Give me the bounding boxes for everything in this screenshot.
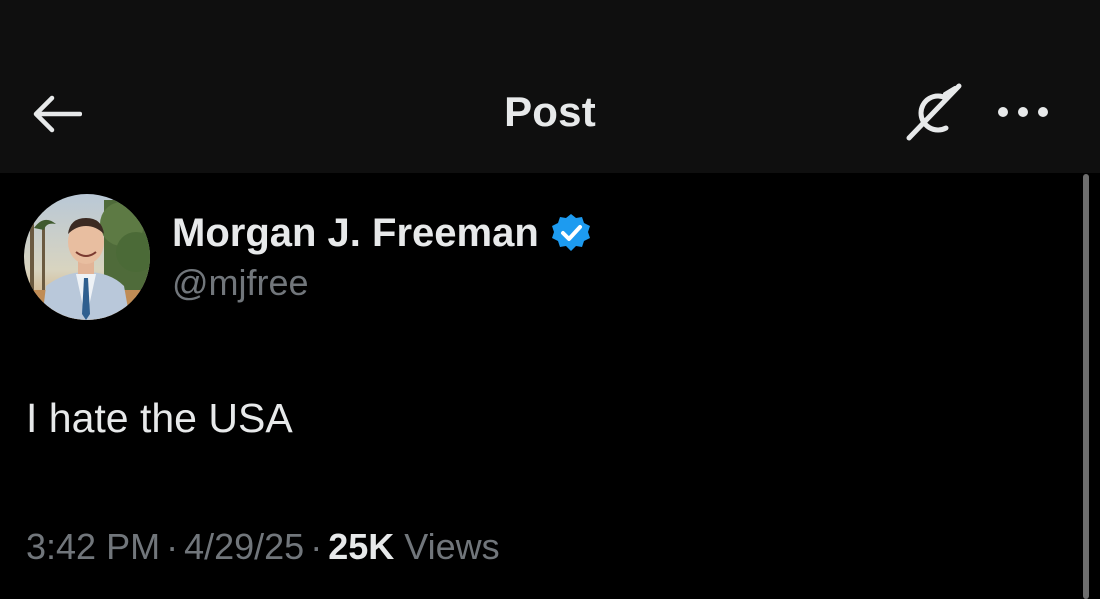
more-button[interactable] bbox=[985, 90, 1061, 134]
avatar-image bbox=[24, 194, 150, 320]
author-name-row: Morgan J. Freeman bbox=[172, 208, 591, 258]
views-label: Views bbox=[404, 526, 500, 567]
post-date[interactable]: 4/29/25 bbox=[184, 526, 304, 567]
grok-button[interactable] bbox=[896, 80, 968, 146]
grok-icon bbox=[906, 83, 962, 141]
scrollbar[interactable] bbox=[1083, 174, 1089, 599]
post-meta: 3:42 PM · 4/29/25 · 25K Views bbox=[26, 526, 500, 568]
views-count[interactable]: 25K bbox=[328, 526, 394, 567]
post-text: I hate the USA bbox=[26, 395, 293, 441]
meta-separator: · bbox=[310, 526, 323, 567]
author-name[interactable]: Morgan J. Freeman bbox=[172, 211, 539, 256]
verified-badge-icon[interactable] bbox=[551, 213, 591, 253]
author-handle[interactable]: @mjfree bbox=[172, 262, 309, 304]
meta-separator: · bbox=[166, 526, 179, 567]
more-horizontal-icon bbox=[998, 107, 1048, 117]
avatar[interactable] bbox=[24, 194, 150, 320]
post-time[interactable]: 3:42 PM bbox=[26, 526, 160, 567]
